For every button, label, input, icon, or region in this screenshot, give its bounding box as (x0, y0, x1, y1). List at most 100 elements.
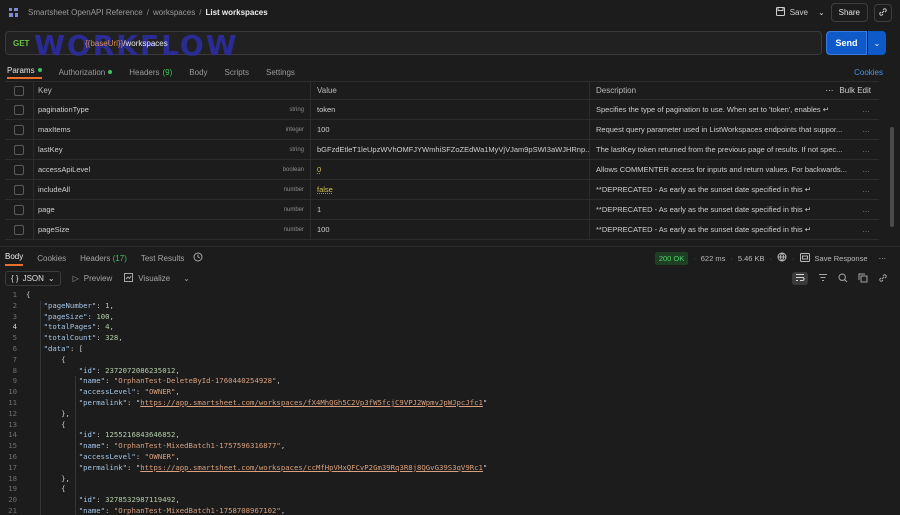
preview-button[interactable]: ▷ Preview (73, 274, 113, 283)
row-checkbox[interactable] (14, 184, 24, 195)
row-checkbox[interactable] (14, 164, 24, 175)
tab-authorization[interactable]: Authorization (59, 68, 113, 77)
tab-params[interactable]: Params (7, 66, 42, 79)
key-cell[interactable]: maxItems integer (34, 120, 311, 139)
line-number: 4 (12, 322, 17, 332)
response-time[interactable]: 622 ms (701, 254, 726, 263)
description-cell[interactable]: Specifies the type of pagination to use.… (590, 100, 853, 119)
save-response-button[interactable]: Save Response (815, 254, 868, 263)
panel-divider[interactable] (0, 246, 900, 247)
wrap-icon[interactable] (792, 272, 808, 285)
description-cell[interactable]: **DEPRECATED - As early as the sunset da… (590, 220, 853, 239)
param-key: accessApiLevel (38, 165, 91, 174)
tab-scripts[interactable]: Scripts (225, 68, 249, 77)
value-cell[interactable]: bGFzdEtleT1leUpzWVhOMFJYWmhiSFZoZEdWa1My… (311, 140, 590, 159)
param-description: Allows COMMENTER access for inputs and r… (596, 165, 847, 174)
code-line: 20 "id": 3278532987119492, (0, 495, 900, 506)
value-cell[interactable]: 100 (311, 120, 590, 139)
ellipsis-icon[interactable]: … (853, 125, 879, 134)
tab-response-cookies[interactable]: Cookies (37, 254, 66, 263)
ellipsis-icon[interactable]: … (853, 205, 879, 214)
status-badge[interactable]: 200 OK (654, 251, 689, 265)
url-bar[interactable]: GET WORKFLOW {{baseUrl}} /workspaces (5, 29, 822, 62)
ellipsis-icon[interactable]: … (853, 165, 879, 174)
url-variable[interactable]: {{baseUrl}} (85, 39, 123, 48)
tab-body[interactable]: Body (189, 68, 207, 77)
format-select[interactable]: { } JSON ⌄ (5, 271, 61, 286)
key-cell[interactable]: lastKey string (34, 140, 311, 159)
description-cell[interactable]: **DEPRECATED - As early as the sunset da… (590, 200, 853, 219)
tab-response-headers[interactable]: Headers (17) (80, 254, 127, 263)
visualize-button[interactable]: Visualize ⌄ (124, 273, 190, 284)
key-cell[interactable]: accessApiLevel boolean (34, 160, 311, 179)
breadcrumb-folder[interactable]: workspaces (153, 8, 195, 17)
bulk-edit-button[interactable]: ⋯ Bulk Edit (825, 86, 871, 95)
row-checkbox[interactable] (14, 204, 24, 215)
chevron-down-icon[interactable]: ⌄ (183, 274, 190, 283)
format-label: JSON (22, 274, 44, 283)
save-button[interactable]: Save (772, 4, 812, 21)
response-size[interactable]: 5.46 KB (738, 254, 765, 263)
ellipsis-icon[interactable]: … (853, 105, 879, 114)
response-tools (792, 272, 888, 285)
row-checkbox[interactable] (14, 144, 24, 155)
send-button[interactable]: Send (826, 31, 867, 55)
visualize-label: Visualize (138, 274, 171, 283)
key-cell[interactable]: includeAll number (34, 180, 311, 199)
row-checkbox[interactable] (14, 224, 24, 235)
tab-test-results[interactable]: Test Results (141, 254, 185, 263)
params-scrollbar[interactable] (890, 127, 894, 227)
filter-icon[interactable] (818, 273, 828, 284)
separator-dot: · (792, 253, 795, 263)
description-cell[interactable]: **DEPRECATED - As early as the sunset da… (590, 180, 853, 199)
url-path[interactable]: /workspaces (123, 39, 167, 48)
tab-headers[interactable]: Headers (9) (129, 68, 172, 77)
cookies-link[interactable]: Cookies (854, 68, 883, 77)
line-number: 21 (8, 505, 17, 515)
row-checkbox-cell (5, 140, 34, 159)
param-type: boolean (282, 166, 304, 173)
value-cell[interactable]: token (311, 100, 590, 119)
tab-response-body[interactable]: Body (5, 250, 24, 266)
ellipsis-icon[interactable]: … (853, 145, 879, 154)
separator-dot: · (730, 253, 733, 263)
ellipsis-icon[interactable]: ⋯ (879, 254, 887, 263)
line-number: 7 (12, 354, 17, 364)
description-cell[interactable]: The lastKey token returned from the prev… (590, 140, 853, 159)
breadcrumb-collection[interactable]: Smartsheet OpenAPI Reference (28, 8, 143, 17)
chevron-down-icon[interactable]: ⌄ (818, 8, 825, 17)
select-all-checkbox[interactable] (14, 85, 24, 96)
code-line: 2 "pageNumber": 1, (0, 301, 900, 312)
ellipsis-icon[interactable]: … (853, 185, 879, 194)
description-cell[interactable]: Allows COMMENTER access for inputs and r… (590, 160, 853, 179)
response-body-code[interactable]: 1{2 "pageNumber": 1, 3 "pageSize": 100, 4 … (0, 290, 900, 515)
value-cell[interactable]: 0 (311, 160, 590, 179)
save-response-icon (799, 252, 810, 264)
globe-icon[interactable] (777, 252, 787, 264)
value-cell[interactable]: 100 (311, 220, 590, 239)
param-description: Specifies the type of pagination to use.… (596, 105, 830, 114)
page-title[interactable]: List workspaces (205, 8, 267, 17)
history-icon[interactable] (193, 252, 203, 264)
value-cell[interactable]: false (311, 180, 590, 199)
key-cell[interactable]: pageSize number (34, 220, 311, 239)
key-cell[interactable]: paginationType string (34, 100, 311, 119)
value-cell[interactable]: 1 (311, 200, 590, 219)
link-icon[interactable] (878, 273, 888, 285)
key-cell[interactable]: page number (34, 200, 311, 219)
code-line: 6 "data": [ (0, 344, 900, 355)
copy-icon[interactable] (858, 273, 868, 285)
send-options-button[interactable]: ⌄ (868, 31, 886, 55)
code-line: 11 "permalink": "https://app.smartsheet.… (0, 398, 900, 409)
link-button[interactable] (874, 3, 892, 22)
code-text: "accessLevel": "OWNER", (78, 387, 180, 397)
row-checkbox[interactable] (14, 104, 24, 115)
share-button[interactable]: Share (830, 3, 868, 22)
ellipsis-icon[interactable]: … (853, 225, 879, 234)
link-icon (878, 7, 888, 19)
tab-settings[interactable]: Settings (266, 68, 295, 77)
ellipsis-icon[interactable]: ⋯ (825, 86, 833, 95)
description-cell[interactable]: Request query parameter used in ListWork… (590, 120, 853, 139)
row-checkbox[interactable] (14, 124, 24, 135)
search-icon[interactable] (838, 272, 848, 285)
